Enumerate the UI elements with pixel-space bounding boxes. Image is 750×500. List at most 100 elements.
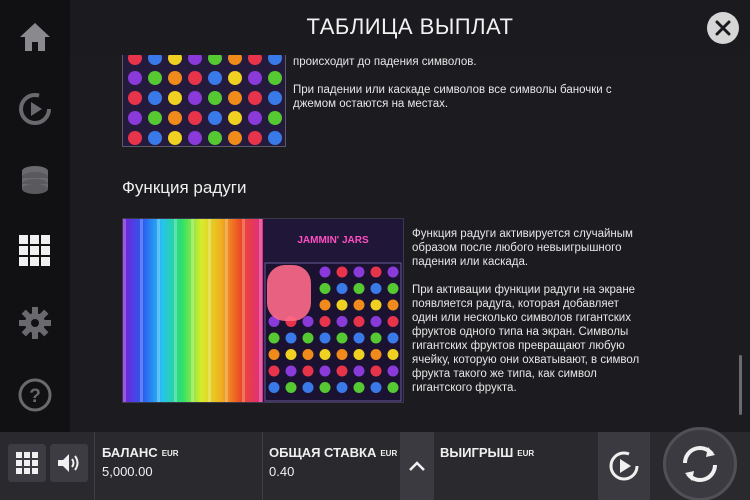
- fruit-symbol-icon: [248, 131, 262, 145]
- fruit-symbol-icon: [387, 316, 399, 327]
- bet-value: 0.40: [269, 464, 295, 479]
- menu-button[interactable]: [8, 444, 46, 482]
- autoplay-icon: [19, 93, 51, 125]
- fruit-symbol-icon: [353, 365, 365, 377]
- fruit-symbol-icon: [319, 266, 331, 278]
- header: ТАБЛИЦА ВЫПЛАТ: [70, 0, 750, 55]
- home-button[interactable]: [14, 16, 56, 58]
- fruit-symbol-icon: [370, 382, 382, 393]
- balance-value: 5,000.00: [102, 464, 153, 479]
- paytable-content[interactable]: происходит до падения символов. При паде…: [70, 55, 750, 432]
- fruit-symbol-icon: [248, 91, 262, 105]
- fruit-symbol-icon: [188, 91, 202, 105]
- bottom-bar: БАЛАНС EUR 5,000.00 ОБЩАЯ СТАВКА EUR 0.40 …: [0, 427, 750, 500]
- fruit-symbol-icon: [336, 316, 348, 327]
- fruit-symbol-icon: [248, 111, 262, 125]
- balance-unit: EUR: [161, 449, 179, 459]
- fruit-symbol-icon: [302, 316, 314, 327]
- fruit-symbol-icon: [387, 332, 399, 344]
- fruit-symbol-icon: [353, 283, 365, 294]
- autoplay-bottom-button[interactable]: [598, 432, 650, 500]
- fruit-symbol-icon: [188, 111, 202, 125]
- coins-icon: [22, 166, 48, 194]
- help-icon: ?: [18, 378, 52, 412]
- bet-unit: EUR: [380, 449, 398, 459]
- fruit-symbol-icon: [370, 283, 382, 294]
- fruit-symbol-icon: [353, 332, 365, 344]
- fruit-symbol-icon: [228, 111, 242, 125]
- fruit-symbol-icon: [128, 71, 142, 85]
- fruit-symbol-icon: [387, 365, 399, 377]
- fruit-symbol-icon: [268, 71, 282, 85]
- bet-settings-button[interactable]: [14, 158, 56, 200]
- settings-button[interactable]: [14, 302, 56, 344]
- fruit-symbol-icon: [188, 71, 202, 85]
- fruit-symbol-icon: [336, 266, 348, 278]
- fruit-symbol-icon: [336, 365, 348, 377]
- fruit-symbol-icon: [319, 316, 331, 327]
- divider: [262, 432, 263, 500]
- rainbow-graphic: [123, 219, 263, 402]
- fruit-symbol-icon: [128, 111, 142, 125]
- scrollbar-thumb[interactable]: [739, 355, 742, 415]
- fruit-symbol-icon: [128, 91, 142, 105]
- fruit-symbol-icon: [336, 332, 348, 344]
- fruit-symbol-icon: [353, 316, 365, 327]
- fruit-symbol-icon: [168, 91, 182, 105]
- jam-jar-screenshot-image: [122, 55, 286, 147]
- fruit-symbol-icon: [228, 131, 242, 145]
- fruit-symbol-icon: [268, 131, 282, 145]
- fruit-symbol-icon: [268, 349, 280, 360]
- fruit-symbol-icon: [168, 111, 182, 125]
- fruit-symbol-icon: [370, 316, 382, 327]
- fruit-symbol-icon: [168, 131, 182, 145]
- fruit-symbol-icon: [208, 71, 222, 85]
- game-logo: JAMMIN' JARS: [297, 235, 369, 246]
- fruit-symbol-icon: [208, 131, 222, 145]
- game-preview: JAMMIN' JARS: [263, 219, 403, 402]
- spin-button[interactable]: [663, 427, 737, 500]
- fruit-symbol-icon: [208, 111, 222, 125]
- fruit-symbol-icon: [353, 299, 365, 311]
- divider: [94, 432, 95, 500]
- bet-increase-button[interactable]: [400, 432, 434, 500]
- fruit-symbol-icon: [268, 91, 282, 105]
- fruit-symbol-icon: [319, 349, 331, 360]
- fruit-symbol-icon: [370, 332, 382, 344]
- autoplay-icon: [609, 451, 639, 481]
- win-label: ВЫИГРЫШ EUR: [440, 445, 535, 460]
- paytable-button[interactable]: [14, 230, 56, 272]
- autoplay-button[interactable]: [14, 88, 56, 130]
- fruit-symbol-icon: [268, 111, 282, 125]
- fruit-symbol-icon: [285, 332, 297, 344]
- giant-strawberry-icon: [267, 265, 311, 321]
- fruit-symbol-icon: [248, 71, 262, 85]
- win-unit: EUR: [517, 449, 535, 459]
- fruit-symbol-icon: [208, 91, 222, 105]
- fruit-symbol-icon: [370, 266, 382, 278]
- fruit-symbol-icon: [319, 332, 331, 344]
- sound-button[interactable]: [50, 444, 88, 482]
- fruit-symbol-icon: [336, 349, 348, 360]
- close-icon: [715, 20, 731, 36]
- fruit-symbol-icon: [285, 349, 297, 360]
- fruit-symbol-icon: [387, 266, 399, 278]
- sidebar: ?: [0, 0, 70, 432]
- fruit-symbol-icon: [168, 71, 182, 85]
- close-button[interactable]: [707, 12, 739, 44]
- fruit-symbol-icon: [268, 365, 280, 377]
- fruit-symbol-icon: [319, 382, 331, 393]
- page-title: ТАБЛИЦА ВЫПЛАТ: [306, 14, 514, 39]
- help-button[interactable]: ?: [14, 374, 56, 416]
- fruit-symbol-icon: [228, 71, 242, 85]
- fruit-symbol-icon: [285, 382, 297, 393]
- fruit-symbol-icon: [285, 365, 297, 377]
- jam-text-line: происходит до падения символов.: [293, 56, 477, 68]
- fruit-symbol-icon: [128, 131, 142, 145]
- fruit-symbol-icon: [302, 332, 314, 344]
- fruit-symbol-icon: [302, 382, 314, 393]
- rainbow-feature-image: JAMMIN' JARS: [122, 218, 404, 403]
- paytable-grid-icon: [19, 235, 50, 266]
- bet-label: ОБЩАЯ СТАВКА EUR: [269, 445, 398, 460]
- fruit-symbol-icon: [148, 131, 162, 145]
